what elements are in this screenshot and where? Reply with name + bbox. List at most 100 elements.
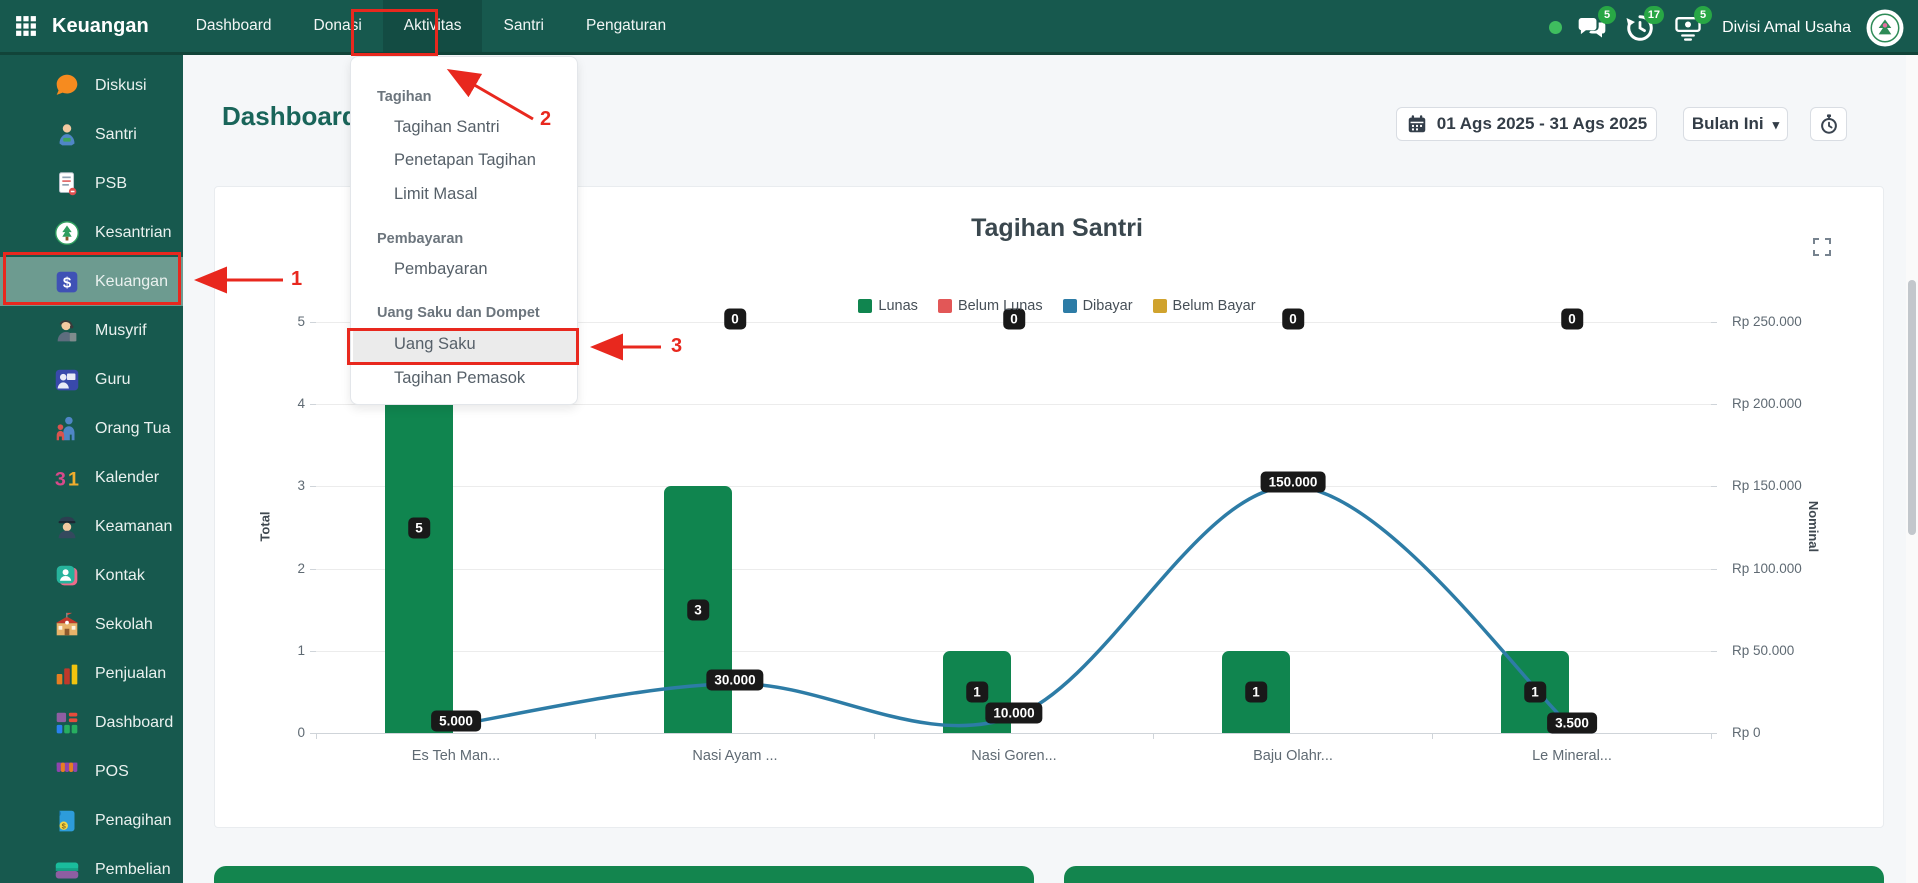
pembelian-icon bbox=[52, 855, 82, 883]
left-axis-tick: 5 bbox=[265, 314, 305, 329]
line-label-nasi-ayam: 30.000 bbox=[706, 669, 763, 690]
keuangan-icon: $ bbox=[52, 267, 82, 297]
sidebar-item-pos[interactable]: POS bbox=[0, 747, 183, 796]
kalender-icon: 31 bbox=[52, 463, 82, 493]
gridline bbox=[316, 651, 1711, 652]
right-axis-tick: Rp 0 bbox=[1732, 725, 1761, 740]
gridline bbox=[316, 486, 1711, 487]
sidebar-item-santri[interactable]: Santri bbox=[0, 110, 183, 159]
sidebar-item-kontak[interactable]: Kontak bbox=[0, 551, 183, 600]
line-label-le-mineral: 3.500 bbox=[1547, 713, 1597, 734]
sidebar-item-penagihan[interactable]: $Penagihan bbox=[0, 796, 183, 845]
nav-item-dashboard[interactable]: Dashboard bbox=[175, 0, 293, 52]
dropdown-item-uang-saku[interactable]: Uang Saku bbox=[351, 335, 577, 354]
orang-tua-icon bbox=[52, 414, 82, 444]
date-range-button[interactable]: 01 Ags 2025 - 31 Ags 2025 bbox=[1396, 107, 1657, 141]
dropdown-item-limit-masal[interactable]: Limit Masal bbox=[351, 185, 577, 204]
left-tick-mark bbox=[310, 569, 316, 570]
payment-icon[interactable]: 5 bbox=[1673, 13, 1703, 43]
sidebar-item-label: Diskusi bbox=[95, 77, 147, 95]
avatar[interactable] bbox=[1866, 9, 1904, 47]
left-axis-tick: 4 bbox=[265, 396, 305, 411]
legend-swatch bbox=[1153, 299, 1167, 313]
date-range-label: 01 Ags 2025 - 31 Ags 2025 bbox=[1437, 114, 1647, 134]
timer-button[interactable] bbox=[1810, 107, 1847, 141]
right-axis-tick: Rp 250.000 bbox=[1732, 314, 1802, 329]
legend-item-dibayar[interactable]: Dibayar bbox=[1063, 298, 1133, 314]
left-axis-tick: 2 bbox=[265, 561, 305, 576]
sidebar-item-guru[interactable]: Guru bbox=[0, 355, 183, 404]
sidebar-item-label: Orang Tua bbox=[95, 420, 171, 438]
left-axis-tick: 1 bbox=[265, 643, 305, 658]
sidebar-item-kesantrian[interactable]: Kesantrian bbox=[0, 208, 183, 257]
legend-label: Belum Lunas bbox=[958, 298, 1043, 314]
scrollbar-track bbox=[1906, 55, 1918, 883]
nav-item-pengaturan[interactable]: Pengaturan bbox=[565, 0, 687, 52]
sidebar-item-keamanan[interactable]: Keamanan bbox=[0, 502, 183, 551]
summary-card-right bbox=[1064, 866, 1884, 883]
history-icon[interactable]: 17 bbox=[1625, 13, 1655, 43]
keamanan-icon bbox=[52, 512, 82, 542]
status-dot-icon bbox=[1549, 21, 1562, 34]
sidebar-item-musyrif[interactable]: Musyrif bbox=[0, 306, 183, 355]
sidebar-item-diskusi[interactable]: Diskusi bbox=[0, 61, 183, 110]
kontak-icon bbox=[52, 561, 82, 591]
legend-item-belum-lunas[interactable]: Belum Lunas bbox=[938, 298, 1043, 314]
period-select-button[interactable]: Bulan Ini ▾ bbox=[1683, 107, 1788, 141]
dropdown-item-penetapan-tagihan[interactable]: Penetapan Tagihan bbox=[351, 151, 577, 170]
right-axis-tick: Rp 100.000 bbox=[1732, 561, 1802, 576]
right-axis-tick: Rp 50.000 bbox=[1732, 643, 1794, 658]
legend-label: Dibayar bbox=[1083, 298, 1133, 314]
x-axis-label-le-mineral: Le Mineral... bbox=[1482, 748, 1662, 764]
x-tick-mark bbox=[595, 733, 596, 739]
stopwatch-icon bbox=[1818, 113, 1840, 135]
nav-item-santri[interactable]: Santri bbox=[482, 0, 565, 52]
line-label-es-teh-man: 5.000 bbox=[431, 710, 481, 731]
legend-swatch bbox=[858, 299, 872, 313]
chat-icon[interactable]: 5 bbox=[1577, 13, 1607, 43]
x-axis-label-nasi-goren: Nasi Goren... bbox=[924, 748, 1104, 764]
sidebar-item-sekolah[interactable]: Sekolah bbox=[0, 600, 183, 649]
nav-item-donasi[interactable]: Donasi bbox=[293, 0, 383, 52]
legend-swatch bbox=[938, 299, 952, 313]
gridline bbox=[316, 569, 1711, 570]
sidebar-item-pembelian[interactable]: Pembelian bbox=[0, 845, 183, 883]
sidebar-item-penjualan[interactable]: Penjualan bbox=[0, 649, 183, 698]
right-tick-mark bbox=[1711, 486, 1717, 487]
sidebar-item-psb[interactable]: PSB bbox=[0, 159, 183, 208]
sidebar-item-label: PSB bbox=[95, 175, 127, 193]
sidebar-item-orang-tua[interactable]: Orang Tua bbox=[0, 404, 183, 453]
nav-item-aktivitas[interactable]: Aktivitas bbox=[383, 0, 483, 52]
annotation-step-1: 1 bbox=[291, 268, 302, 291]
navbar-right: 5 17 5 Divisi Amal Usaha bbox=[1549, 0, 1904, 55]
sidebar-item-label: Keamanan bbox=[95, 518, 172, 536]
sidebar-item-dashboard[interactable]: Dashboard bbox=[0, 698, 183, 747]
fullscreen-icon[interactable] bbox=[1812, 237, 1832, 257]
sidebar: Diskusi Santri PSB Kesantrian$KeuanganMusyr… bbox=[0, 55, 183, 883]
app-launcher-icon[interactable] bbox=[14, 14, 38, 38]
dropdown-item-pembayaran[interactable]: Pembayaran bbox=[351, 260, 577, 279]
bar-label-nasi-goren: 1 bbox=[966, 681, 988, 702]
legend-item-lunas[interactable]: Lunas bbox=[858, 298, 918, 314]
x-axis-label-baju-olahr: Baju Olahr... bbox=[1203, 748, 1383, 764]
bar-label-es-teh-man: 5 bbox=[408, 517, 430, 538]
x-tick-mark bbox=[874, 733, 875, 739]
sidebar-item-label: POS bbox=[95, 763, 129, 781]
scrollbar-thumb[interactable] bbox=[1908, 280, 1916, 535]
sidebar-item-keuangan[interactable]: $Keuangan bbox=[0, 257, 183, 306]
svg-text:1: 1 bbox=[68, 468, 79, 490]
x-axis-label-nasi-ayam: Nasi Ayam ... bbox=[645, 748, 825, 764]
right-tick-mark bbox=[1711, 322, 1717, 323]
pos-icon bbox=[52, 757, 82, 787]
dashboard-icon bbox=[52, 708, 82, 738]
left-axis-tick: 3 bbox=[265, 478, 305, 493]
calendar-icon bbox=[1406, 113, 1428, 135]
x-tick-mark bbox=[1432, 733, 1433, 739]
sekolah-icon bbox=[52, 610, 82, 640]
bar-label-le-mineral: 1 bbox=[1524, 681, 1546, 702]
user-name[interactable]: Divisi Amal Usaha bbox=[1722, 19, 1851, 37]
x-axis-line bbox=[316, 733, 1717, 734]
dropdown-item-tagihan-pemasok[interactable]: Tagihan Pemasok bbox=[351, 369, 577, 388]
legend-item-belum-bayar[interactable]: Belum Bayar bbox=[1153, 298, 1256, 314]
sidebar-item-kalender[interactable]: 31Kalender bbox=[0, 453, 183, 502]
